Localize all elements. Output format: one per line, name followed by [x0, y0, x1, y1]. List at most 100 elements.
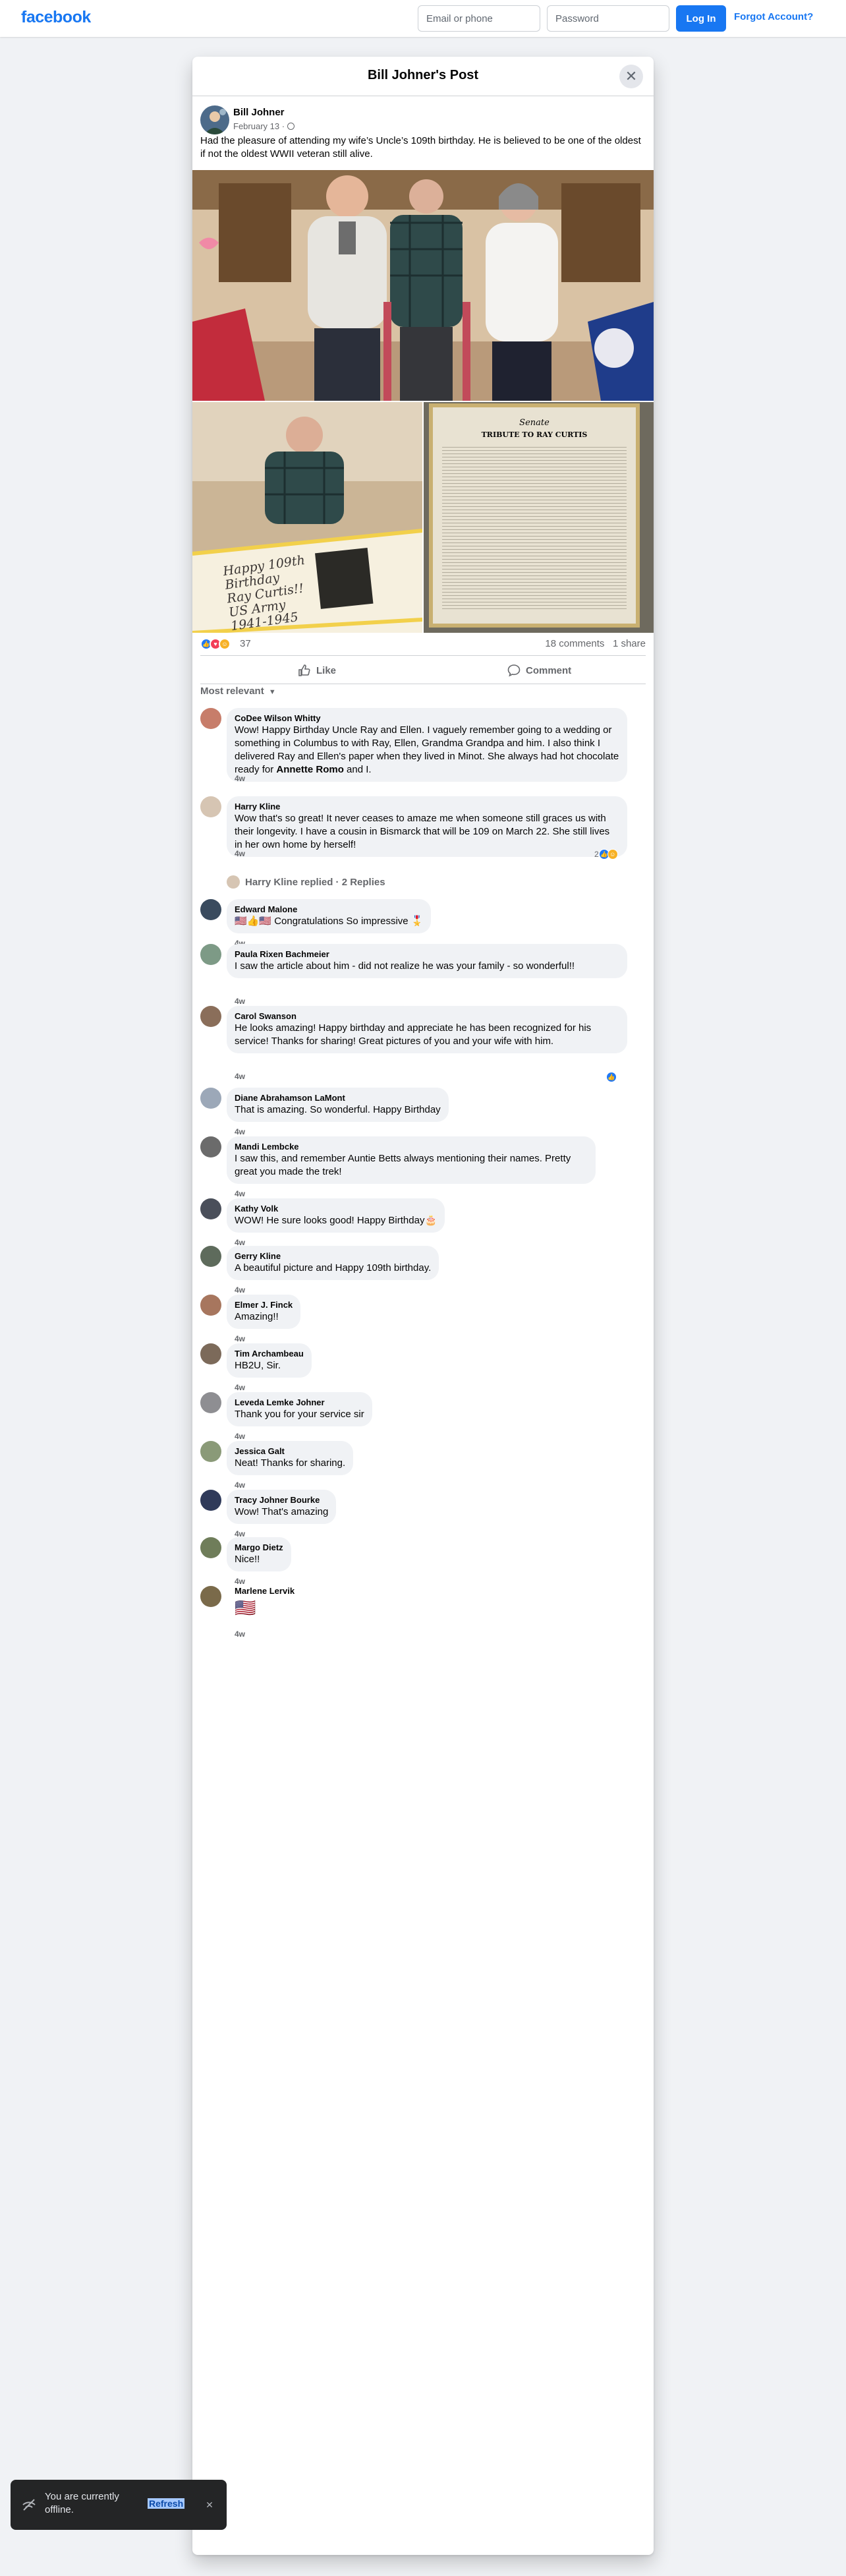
post-photo-tribute[interactable]: Senate TRIBUTE TO RAY CURTIS — [424, 402, 654, 633]
forgot-account-link[interactable]: Forgot Account? — [734, 11, 813, 22]
author-name[interactable]: Bill Johner — [233, 107, 285, 118]
password-input[interactable] — [547, 5, 669, 32]
shares-count[interactable]: 1 share — [613, 638, 646, 649]
comment-bubble: Tracy Johner Bourke Wow! That's amazing — [227, 1490, 337, 1524]
comment-author[interactable]: Carol Swanson — [235, 1011, 619, 1022]
comment-button[interactable]: Comment — [507, 660, 571, 681]
comment-time[interactable]: 4w — [235, 1432, 245, 1441]
tribute-title: TRIBUTE TO RAY CURTIS — [481, 430, 588, 439]
comment-time[interactable]: 4w — [235, 1383, 245, 1392]
comment-bubble: Paula Rixen Bachmeier I saw the article … — [227, 944, 627, 978]
email-input[interactable] — [418, 5, 540, 32]
close-icon[interactable]: ✕ — [202, 2497, 217, 2513]
comment-time[interactable]: 4w — [235, 997, 245, 1006]
comment-time[interactable]: 4w — [235, 1189, 245, 1198]
avatar[interactable] — [200, 1088, 221, 1109]
refresh-link[interactable]: Refresh — [148, 2498, 185, 2509]
tribute-document: Senate TRIBUTE TO RAY CURTIS — [429, 403, 640, 628]
comment-time[interactable]: 4w — [235, 774, 245, 783]
comment-text: I saw this, and remember Auntie Betts al… — [235, 1153, 571, 1177]
comment-time[interactable]: 4w — [235, 1577, 245, 1586]
sort-dropdown[interactable]: Most relevant ▼ — [200, 686, 276, 697]
comment-author[interactable]: Elmer J. Finck — [235, 1300, 293, 1310]
login-button[interactable]: Log In — [676, 5, 726, 32]
comment-reactions[interactable]: 2 👍 ☺ — [594, 849, 618, 860]
comment-text: He looks amazing! Happy birthday and app… — [235, 1022, 592, 1047]
care-reaction-icon: ☺ — [219, 638, 231, 650]
comment-bubble: Mandi Lembcke I saw this, and remember A… — [227, 1136, 596, 1184]
comment-author[interactable]: Paula Rixen Bachmeier — [235, 949, 619, 960]
comment-bubble: Edward Malone 🇺🇸👍🇺🇸 Congratulations So i… — [227, 899, 432, 933]
post-text: Had the pleasure of attending my wife’s … — [200, 135, 641, 160]
comments-count[interactable]: 18 comments — [545, 638, 604, 649]
comment-author[interactable]: CoDee Wilson Whitty — [235, 713, 619, 724]
like-label: Like — [316, 664, 337, 676]
like-reaction-icon: 👍 — [606, 1072, 617, 1082]
comment-author[interactable]: Diane Abrahamson LaMont — [235, 1093, 441, 1103]
chevron-down-icon: ▼ — [266, 688, 276, 696]
comment-time[interactable]: 4w — [235, 849, 245, 858]
meta-separator: · — [281, 121, 285, 131]
post-photo-main[interactable] — [192, 170, 654, 401]
offline-message: You are currently offline. — [45, 2491, 119, 2515]
comment-text: That is amazing. So wonderful. Happy Bir… — [235, 1104, 441, 1115]
avatar[interactable] — [200, 1441, 221, 1462]
comment-time[interactable]: 4w — [235, 1480, 245, 1490]
offline-icon — [22, 2499, 36, 2511]
avatar[interactable] — [200, 1246, 221, 1267]
avatar[interactable] — [200, 708, 221, 729]
reaction-bar: 👍 ♥ ☺ 37 18 comments 1 share — [200, 637, 646, 653]
avatar[interactable] — [200, 796, 221, 817]
avatar[interactable] — [200, 1343, 221, 1364]
comment-time[interactable]: 4w — [235, 1072, 245, 1081]
comment-author[interactable]: Harry Kline — [235, 802, 619, 812]
comment-time[interactable]: 4w — [235, 1629, 245, 1639]
tribute-body-lines — [442, 444, 627, 609]
avatar[interactable] — [200, 1537, 221, 1558]
comment-text: Thank you for your service sir — [235, 1409, 364, 1420]
facebook-logo[interactable]: facebook — [21, 8, 91, 27]
comment-author[interactable]: Marlene Lervik — [235, 1586, 295, 1596]
comment-label: Comment — [526, 664, 572, 676]
comment-author[interactable]: Jessica Galt — [235, 1446, 345, 1457]
like-button[interactable]: Like — [298, 660, 336, 681]
comment-time[interactable]: 4w — [235, 1334, 245, 1343]
post-photo-cake[interactable]: Happy 109th Birthday Ray Curtis!! US Arm… — [192, 402, 422, 633]
avatar[interactable] — [200, 1136, 221, 1157]
comment-time[interactable]: 4w — [235, 1285, 245, 1295]
comment-bubble: Margo Dietz Nice!! — [227, 1537, 291, 1571]
avatar[interactable] — [200, 899, 221, 920]
comment-text: HB2U, Sir. — [235, 1360, 281, 1371]
avatar[interactable] — [200, 1392, 221, 1413]
comment-author[interactable]: Mandi Lembcke — [235, 1142, 588, 1152]
reaction-icons[interactable]: 👍 ♥ ☺ — [200, 638, 231, 650]
author-avatar[interactable] — [200, 105, 229, 134]
comment-time[interactable]: 4w — [235, 1127, 245, 1136]
comment-author[interactable]: Kathy Volk — [235, 1204, 437, 1214]
comment-text: Wow that's so great! It never ceases to … — [235, 813, 610, 850]
avatar[interactable] — [200, 1490, 221, 1511]
mention-link[interactable]: Annette Romo — [276, 764, 344, 775]
avatar[interactable] — [200, 944, 221, 965]
comment-author[interactable]: Edward Malone — [235, 904, 423, 915]
reaction-count[interactable]: 37 — [240, 638, 251, 649]
post-date[interactable]: February 13 — [233, 121, 279, 131]
comment-author[interactable]: Tracy Johner Bourke — [235, 1495, 328, 1506]
comment-bubble: Tim Archambeau HB2U, Sir. — [227, 1343, 312, 1378]
avatar[interactable] — [200, 1006, 221, 1027]
comment-text: Wow! That's amazing — [235, 1506, 329, 1517]
comment-text: Amazing!! — [235, 1311, 279, 1322]
offline-toast: You are currently offline. Refresh ✕ — [11, 2480, 227, 2530]
care-reaction-icon: ☺ — [607, 849, 618, 860]
comment-author[interactable]: Tim Archambeau — [235, 1349, 304, 1359]
comment-bubble: Elmer J. Finck Amazing!! — [227, 1295, 301, 1329]
comment-icon — [507, 664, 521, 677]
close-icon[interactable]: ✕ — [619, 65, 643, 88]
avatar[interactable] — [200, 1295, 221, 1316]
avatar[interactable] — [200, 1198, 221, 1219]
comment-author[interactable]: Gerry Kline — [235, 1251, 431, 1262]
comment-reactions[interactable]: 👍 — [606, 1072, 617, 1082]
avatar[interactable] — [200, 1586, 221, 1607]
comment-author[interactable]: Margo Dietz — [235, 1542, 283, 1553]
comment-author[interactable]: Leveda Lemke Johner — [235, 1397, 364, 1408]
